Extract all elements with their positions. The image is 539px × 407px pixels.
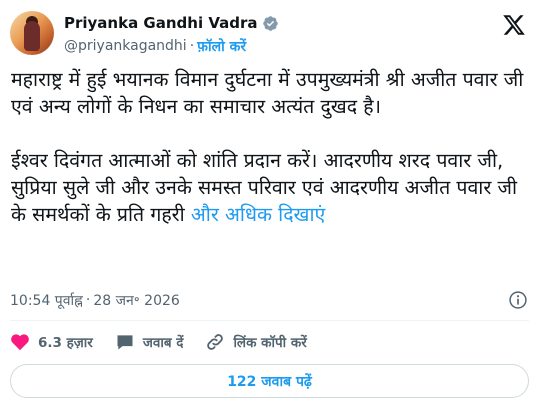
verified-badge-icon bbox=[262, 15, 278, 31]
tweet-date: 28 जन॰ 2026 bbox=[93, 292, 180, 309]
avatar-figure bbox=[24, 21, 40, 51]
reply-label: जवाब दें bbox=[142, 335, 184, 351]
heart-icon bbox=[11, 334, 29, 351]
divider bbox=[10, 320, 529, 321]
read-replies-button[interactable]: 122 जवाब पढ़ें bbox=[10, 364, 529, 398]
show-more-link[interactable]: और अधिक दिखाएं bbox=[191, 203, 325, 226]
tweet-text: महाराष्ट्र में हुई भयानक विमान दुर्घटना … bbox=[11, 66, 531, 228]
timestamp-separator: · bbox=[85, 292, 91, 308]
author-name[interactable]: Priyanka Gandhi Vadra bbox=[64, 14, 258, 32]
tweet-time: 10:54 पूर्वाह्न bbox=[10, 292, 83, 309]
link-icon bbox=[207, 334, 224, 350]
tweet-paragraph-2: ईश्वर दिवंगत आत्माओं को शांति प्रदान करे… bbox=[11, 147, 531, 228]
copy-link-button[interactable]: लिंक कॉपी करें bbox=[205, 332, 307, 352]
tweet-card: Priyanka Gandhi Vadra @priyankagandhi · … bbox=[0, 0, 539, 407]
like-count: 6.3 हज़ार bbox=[38, 335, 93, 351]
reply-button[interactable]: जवाब दें bbox=[115, 332, 184, 352]
copy-link-label: लिंक कॉपी करें bbox=[233, 335, 307, 351]
handle-separator: · bbox=[189, 38, 195, 54]
tweet-paragraph-1: महाराष्ट्र में हुई भयानक विमान दुर्घटना … bbox=[11, 68, 524, 118]
author-handle-row: @priyankagandhi · फ़ॉलो करें bbox=[64, 37, 246, 55]
info-icon[interactable] bbox=[508, 290, 528, 310]
author-name-row: Priyanka Gandhi Vadra bbox=[64, 13, 279, 33]
tweet-timestamp[interactable]: 10:54 पूर्वाह्न · 28 जन॰ 2026 bbox=[10, 290, 180, 310]
action-bar: 6.3 हज़ार जवाब दें लिंक कॉपी करें bbox=[10, 330, 329, 354]
avatar[interactable] bbox=[10, 11, 54, 55]
x-logo-icon[interactable] bbox=[502, 13, 526, 37]
tweet-header: Priyanka Gandhi Vadra @priyankagandhi · … bbox=[10, 9, 530, 57]
follow-button[interactable]: फ़ॉलो करें bbox=[197, 37, 246, 56]
like-button[interactable]: 6.3 हज़ार bbox=[10, 332, 93, 352]
speech-bubble-icon bbox=[117, 335, 133, 350]
author-handle[interactable]: @priyankagandhi bbox=[64, 38, 187, 54]
